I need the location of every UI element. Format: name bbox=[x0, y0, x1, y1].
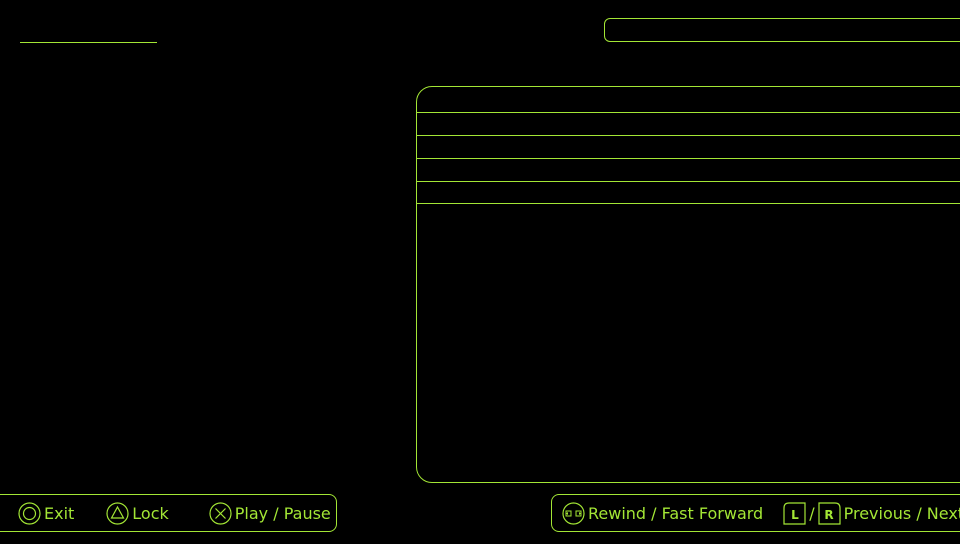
info-row-divider bbox=[417, 203, 960, 204]
r-shoulder-button-icon: R bbox=[818, 501, 841, 525]
rewind-fastforward-label: Rewind / Fast Forward bbox=[588, 503, 764, 523]
cross-button-icon bbox=[209, 501, 232, 525]
previous-next-label: Previous / Next bbox=[843, 503, 960, 523]
info-row-divider bbox=[417, 181, 960, 182]
l-shoulder-button-icon: L bbox=[783, 501, 806, 525]
lock-control[interactable]: Lock bbox=[106, 501, 169, 525]
exit-label: Exit bbox=[44, 503, 75, 523]
play-pause-label: Play / Pause bbox=[234, 503, 331, 523]
info-row-divider bbox=[417, 135, 960, 136]
triangle-button-icon bbox=[106, 501, 129, 525]
lock-label: Lock bbox=[132, 503, 169, 523]
controls-bar-left: Exit Lock Play / Pause bbox=[0, 494, 337, 532]
previous-next-control[interactable]: L / R Previous / Next bbox=[783, 501, 960, 525]
r-key-label: R bbox=[824, 508, 833, 522]
controls-bar-right: Rewind / Fast Forward L / R Previous / N… bbox=[551, 494, 960, 532]
rewind-fastforward-control[interactable]: Rewind / Fast Forward bbox=[562, 501, 764, 525]
nav-separator: / bbox=[809, 503, 815, 523]
info-row-divider bbox=[417, 112, 960, 113]
l-key-label: L bbox=[791, 508, 799, 522]
circle-button-icon bbox=[18, 501, 41, 525]
exit-control[interactable]: Exit bbox=[18, 501, 75, 525]
top-right-status-bar bbox=[604, 18, 960, 42]
info-row-divider bbox=[417, 158, 960, 159]
title-underline bbox=[20, 42, 157, 43]
info-panel bbox=[416, 86, 960, 483]
rewind-fastforward-icon bbox=[562, 501, 585, 525]
play-pause-control[interactable]: Play / Pause bbox=[209, 501, 331, 525]
